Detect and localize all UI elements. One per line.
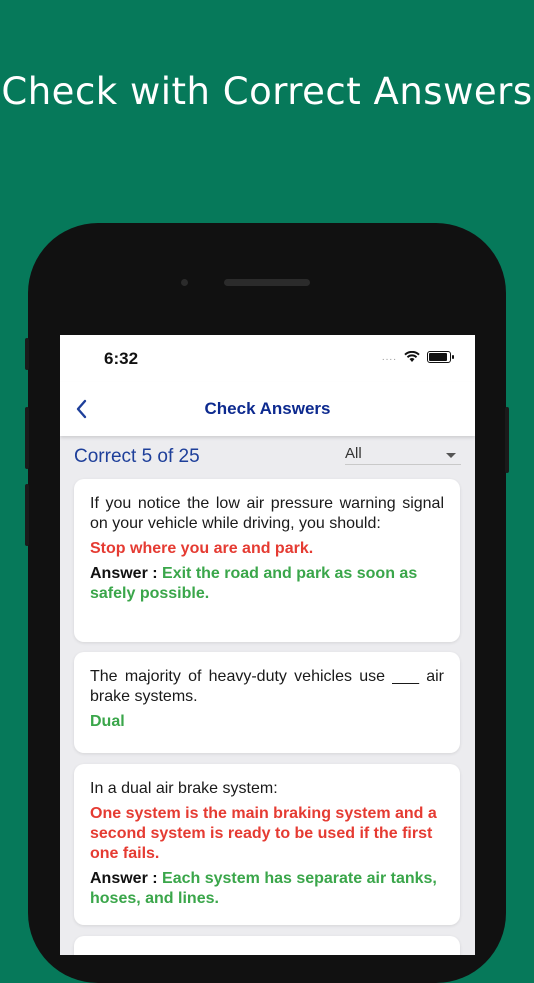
chevron-down-icon xyxy=(446,453,456,458)
headline: Check with Correct Answers xyxy=(1,70,533,113)
correct-answer-line: Answer : Each system has separate air ta… xyxy=(90,869,444,909)
phone-volume-down xyxy=(25,484,29,546)
user-answer-wrong: One system is the main braking system an… xyxy=(90,805,437,862)
user-answer-correct: Dual xyxy=(90,713,125,730)
score-summary: Correct 5 of 25 xyxy=(74,446,200,467)
question-text: In a dual air brake system: xyxy=(90,780,278,797)
answer-label: Answer : xyxy=(90,565,158,582)
question-card[interactable]: In a dual air brake system: One system i… xyxy=(74,764,460,925)
answer-label: Answer : xyxy=(90,870,158,887)
page-title: Check Answers xyxy=(204,399,331,418)
phone-power-button xyxy=(505,407,509,473)
app-screen: 6:32 .... Check Answers Correct 5 of 25 … xyxy=(60,335,475,955)
phone-mute-switch xyxy=(25,338,29,370)
nav-bar: Check Answers xyxy=(60,382,475,436)
status-icons: .... xyxy=(381,351,454,363)
question-card[interactable]: If you notice the low air pressure warni… xyxy=(74,479,460,642)
question-text: The majority of heavy-duty vehicles use … xyxy=(90,668,444,705)
wifi-icon xyxy=(404,351,420,362)
filter-selected-value: All xyxy=(345,445,362,462)
status-bar: 6:32 .... xyxy=(60,335,475,382)
user-answer-wrong: Stop where you are and park. xyxy=(90,540,314,557)
correct-answer-line: Answer : Exit the road and park as soon … xyxy=(90,564,444,604)
question-card[interactable] xyxy=(74,936,460,955)
battery-icon xyxy=(427,351,454,363)
filter-dropdown[interactable]: All xyxy=(345,445,461,465)
question-card[interactable]: The majority of heavy-duty vehicles use … xyxy=(74,652,460,753)
phone-volume-up xyxy=(25,407,29,469)
front-camera xyxy=(181,279,188,286)
signal-icon: .... xyxy=(381,351,397,363)
earpiece-speaker xyxy=(224,279,310,286)
question-text: If you notice the low air pressure warni… xyxy=(90,495,444,532)
status-time: 6:32 xyxy=(104,349,139,368)
